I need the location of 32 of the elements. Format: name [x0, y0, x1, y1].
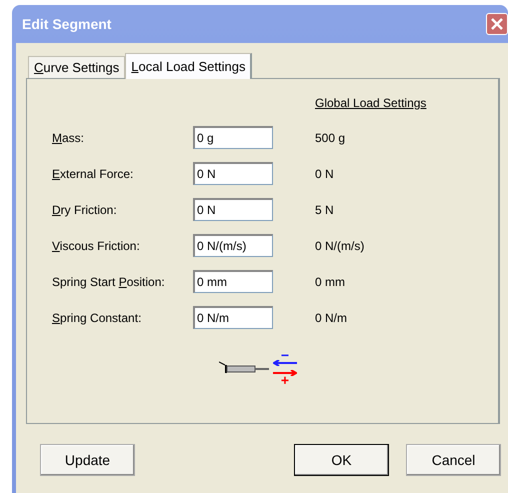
- window-title: Edit Segment: [22, 16, 112, 32]
- input-field[interactable]: 0 N/(m/s): [193, 234, 273, 257]
- close-button[interactable]: [486, 13, 508, 35]
- input-field[interactable]: 0 N/m: [193, 306, 273, 329]
- input-field[interactable]: 0 N: [193, 198, 273, 221]
- global-value: 5 N: [315, 202, 335, 216]
- right-arrow-icon: [273, 370, 297, 376]
- field-label: Dry Friction:: [52, 202, 118, 216]
- minus-sign: −: [280, 351, 290, 360]
- field-label: Viscous Friction:: [52, 238, 141, 252]
- column-heading: Global Load Settings: [315, 96, 426, 110]
- input-field[interactable]: 0 g: [193, 126, 273, 149]
- field-label: Spring Constant:: [52, 310, 142, 324]
- tab[interactable]: Local Load Settings: [125, 53, 252, 79]
- global-value: 0 N/(m/s): [315, 238, 366, 252]
- dialog-button[interactable]: Update: [40, 444, 135, 476]
- dialog-button[interactable]: OK: [294, 444, 389, 476]
- left-arrow-icon: [273, 360, 297, 366]
- field-label: External Force:: [52, 166, 134, 180]
- field-label: Mass:: [52, 130, 86, 144]
- field-label: Spring Start Position:: [52, 274, 166, 288]
- global-value: 500 g: [315, 130, 346, 144]
- tab[interactable]: Curve Settings: [28, 56, 126, 78]
- global-value: 0 N: [315, 166, 335, 180]
- dialog-button[interactable]: Cancel: [406, 444, 501, 476]
- input-field[interactable]: 0 mm: [193, 270, 273, 293]
- close-icon: [490, 17, 504, 31]
- input-field[interactable]: 0 N: [193, 162, 273, 185]
- global-value: 0 N/m: [315, 310, 348, 324]
- cylinder-icon: [219, 361, 269, 375]
- plus-sign: +: [280, 376, 290, 385]
- global-value: 0 mm: [315, 274, 346, 288]
